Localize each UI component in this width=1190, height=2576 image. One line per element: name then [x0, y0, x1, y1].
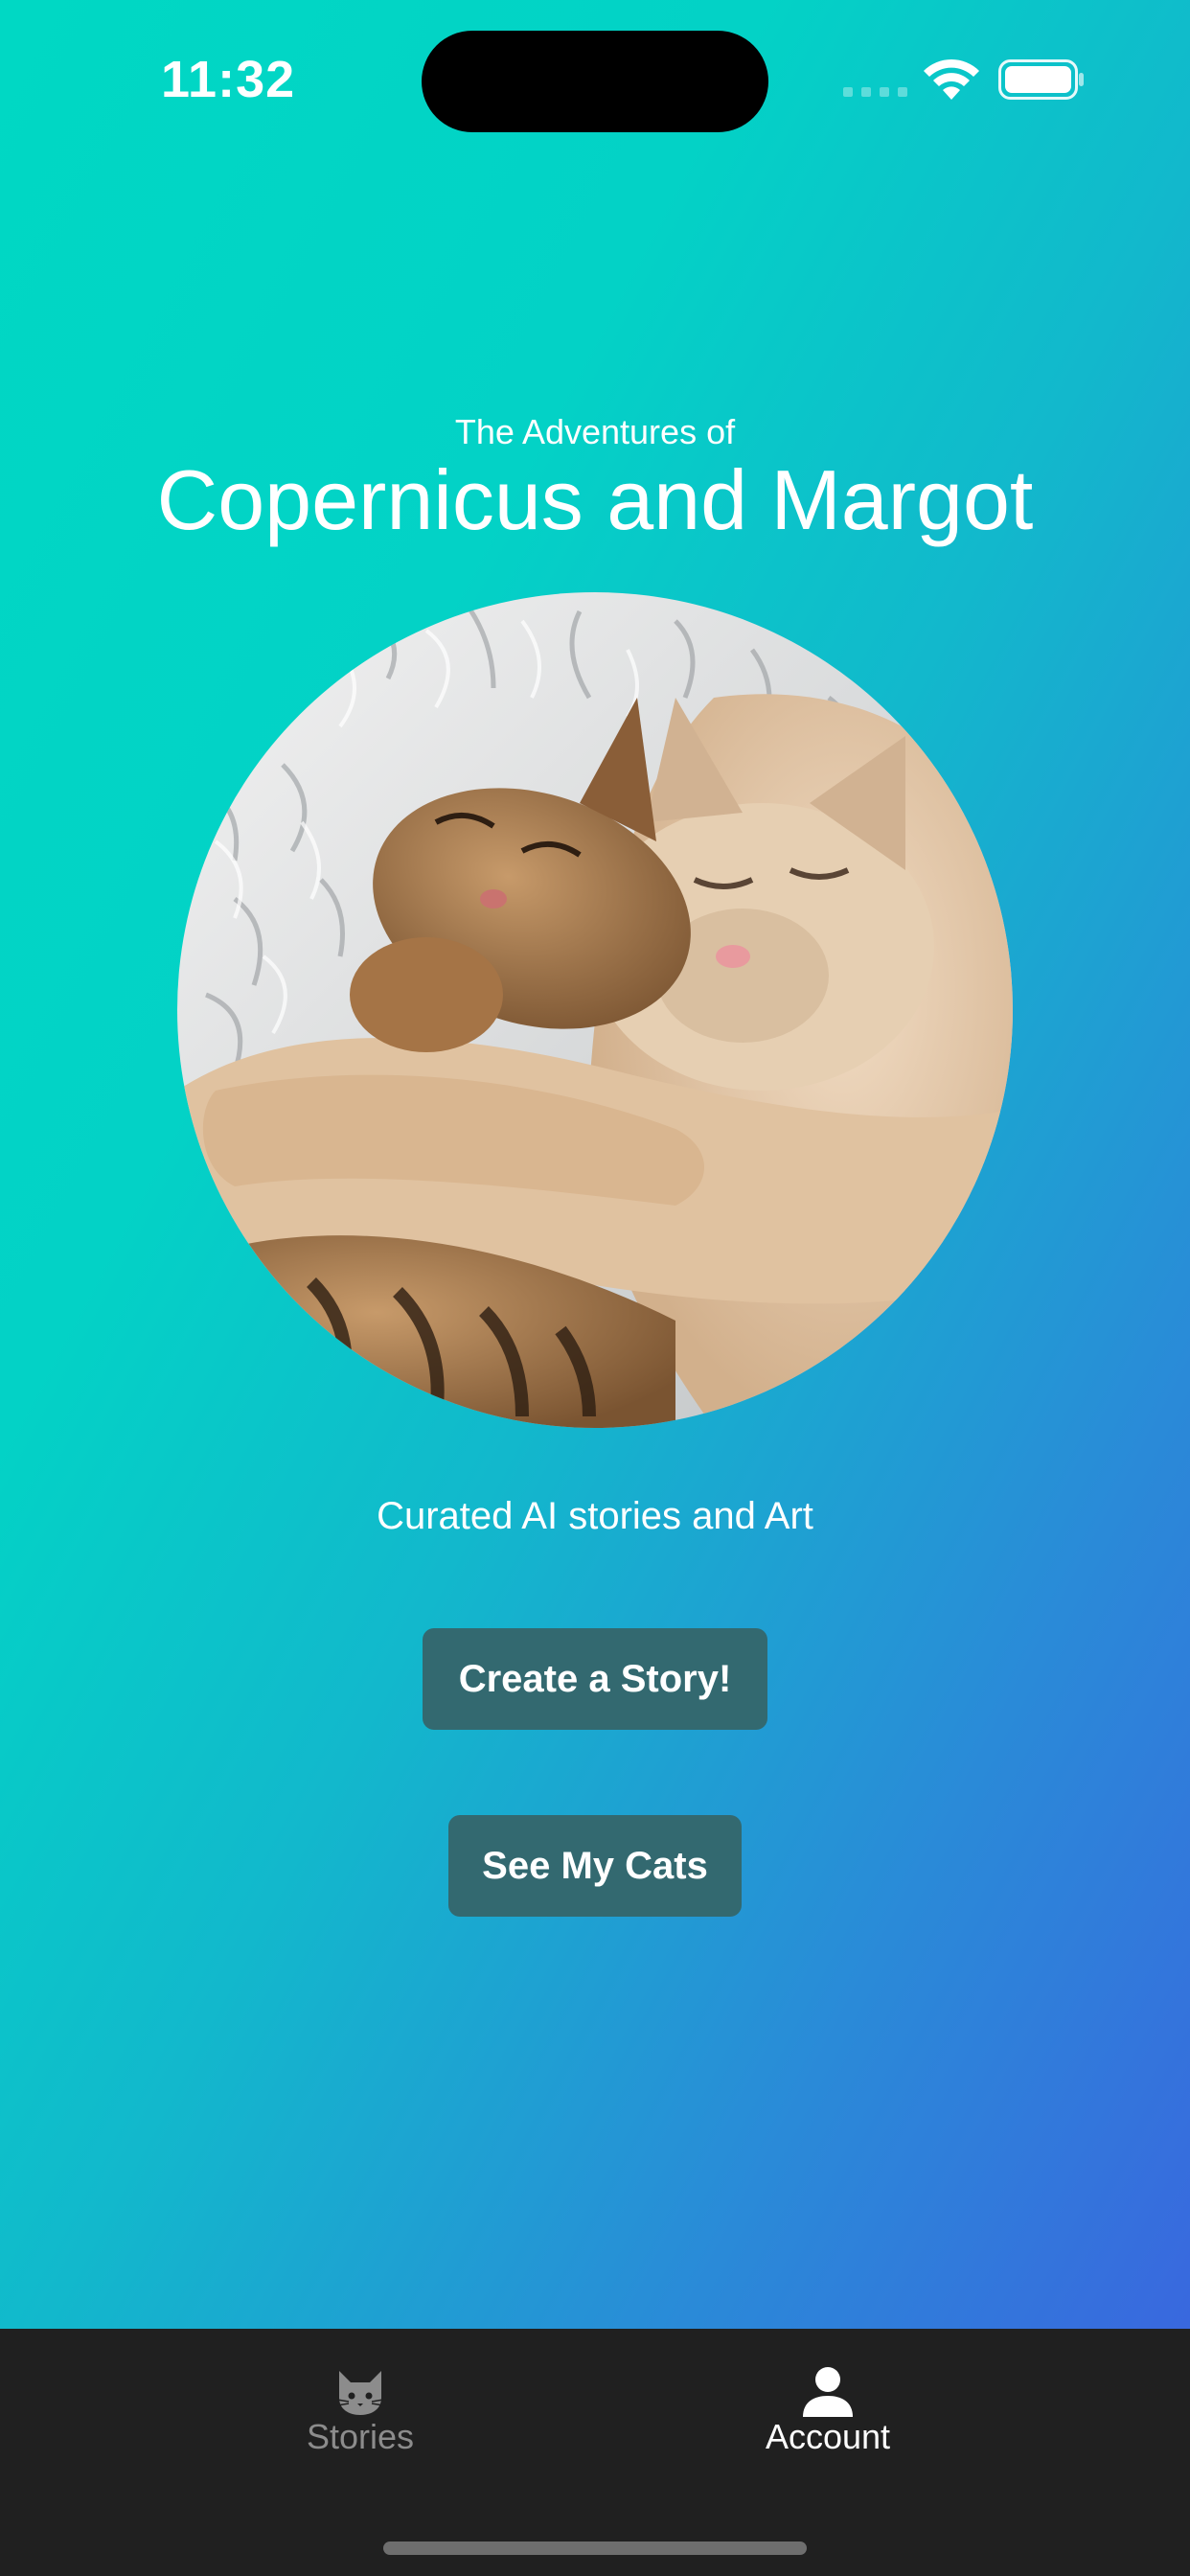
- tab-stories[interactable]: Stories: [217, 2329, 504, 2520]
- cellular-signal-icon: [843, 87, 907, 97]
- header-subtitle: The Adventures of: [454, 412, 736, 451]
- dynamic-island: [422, 31, 768, 132]
- home-indicator: [383, 2542, 807, 2555]
- cats-photo: [177, 592, 1013, 1428]
- tab-stories-label: Stories: [306, 2417, 415, 2456]
- tab-account[interactable]: Account: [684, 2329, 972, 2520]
- tab-account-label: Account: [765, 2417, 891, 2456]
- see-my-cats-button[interactable]: See My Cats: [448, 1815, 742, 1917]
- cat-icon: [336, 2371, 384, 2415]
- tagline: Curated AI stories and Art: [377, 1495, 813, 1537]
- wifi-icon: [924, 58, 979, 100]
- page-title: Copernicus and Margot: [156, 452, 1034, 547]
- person-icon: [803, 2367, 853, 2417]
- battery-icon: [998, 59, 1084, 100]
- create-story-button[interactable]: Create a Story!: [423, 1628, 767, 1730]
- status-time: 11:32: [161, 51, 296, 108]
- tab-bar: Stories Account: [0, 2329, 1190, 2576]
